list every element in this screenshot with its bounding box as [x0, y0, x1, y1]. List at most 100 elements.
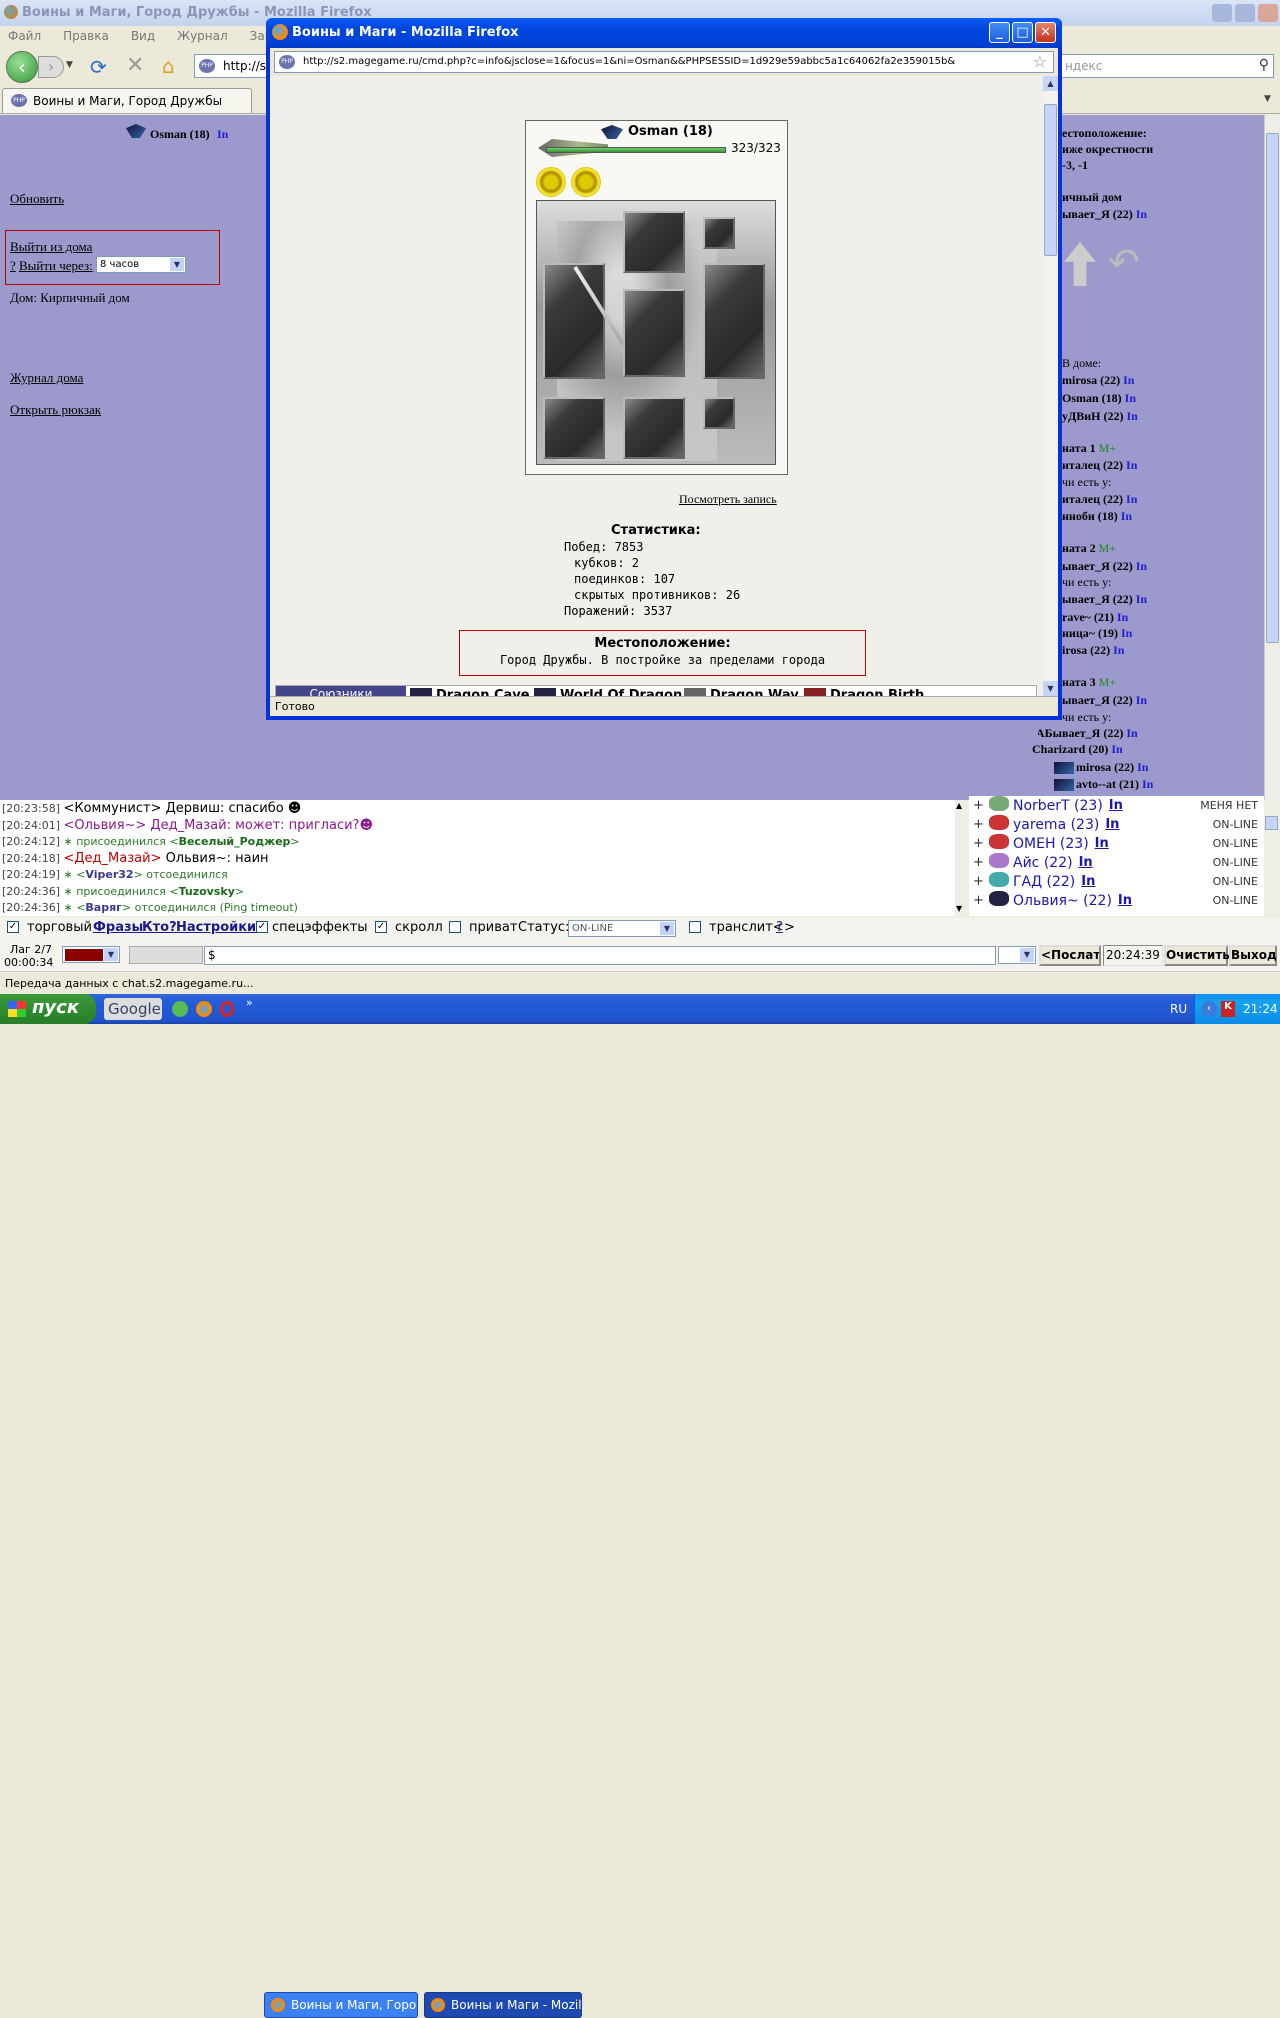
scroll-up-icon[interactable]: ▲	[1043, 76, 1058, 91]
menu-edit[interactable]: Правка	[63, 29, 109, 45]
phrases-link[interactable]: Фразы	[93, 920, 143, 935]
popup-address-bar[interactable]: PHP http://s2.magegame.ru/cmd.php?c=info…	[274, 51, 1054, 73]
quicklaunch-icon[interactable]	[172, 1001, 188, 1017]
user-name[interactable]: NorberT (23)	[1013, 798, 1103, 814]
exit-help-link[interactable]: ?	[10, 258, 16, 274]
chat-nick[interactable]: Веселый_Роджер	[179, 835, 291, 848]
chat-nick[interactable]: Viper32	[85, 868, 133, 881]
info-link[interactable]: In	[1124, 409, 1138, 423]
effects-checkbox[interactable]: ✓	[256, 921, 268, 933]
chat-scrollbar[interactable]: ▲ ▼	[955, 800, 969, 916]
scroll-checkbox[interactable]: ✓	[375, 921, 387, 933]
user-name[interactable]: Айс (22)	[1013, 855, 1073, 871]
smiley-select[interactable]: ▼	[998, 946, 1036, 964]
trade-checkbox[interactable]: ✓	[7, 921, 19, 933]
tab-list-icon[interactable]: ▼	[1264, 94, 1271, 104]
expand-icon[interactable]: +	[973, 874, 987, 889]
bookmark-star-icon[interactable]: ☆	[1033, 52, 1047, 71]
translit-checkbox[interactable]	[689, 921, 701, 933]
page-scroll-thumb[interactable]	[1266, 133, 1279, 643]
tab-active[interactable]: PHP Воины и Маги, Город Дружбы	[2, 88, 252, 113]
info-link[interactable]: In	[1133, 207, 1147, 221]
info-link[interactable]: In	[1123, 492, 1137, 506]
close-button[interactable]	[1258, 4, 1278, 22]
reload-icon[interactable]: ⟳	[90, 55, 107, 79]
exit-button[interactable]: Выход	[1229, 945, 1277, 966]
info-link[interactable]: In	[1079, 855, 1093, 870]
info-link[interactable]: In	[1109, 798, 1123, 813]
info-link[interactable]: In	[1122, 391, 1136, 405]
info-link[interactable]: In	[1120, 373, 1134, 387]
turn-around-icon[interactable]: ↶	[1108, 240, 1140, 284]
search-icon[interactable]: ⚲	[1259, 57, 1269, 73]
info-link[interactable]: In	[1095, 836, 1109, 851]
slot-shield[interactable]	[703, 263, 765, 379]
chat-nick[interactable]: Варяг	[85, 901, 122, 914]
user-row[interactable]: + Ольвия~ (22) In ON-LINE	[969, 891, 1264, 910]
start-button[interactable]: пуск	[0, 994, 96, 1024]
clear-button[interactable]: Очистить	[1164, 945, 1230, 966]
view-record-link[interactable]: Посмотреть запись	[679, 492, 777, 507]
user-row[interactable]: + NorberT (23) In МЕНЯ НЕТ	[969, 796, 1264, 815]
info-link[interactable]: In	[1133, 559, 1147, 573]
settings-link[interactable]: Настройки	[176, 920, 256, 935]
slot-boots[interactable]	[623, 397, 685, 459]
open-backpack-link[interactable]: Открыть рюкзак	[10, 402, 101, 418]
slot-helmet[interactable]	[623, 211, 685, 273]
scroll-down-icon[interactable]: ▼	[956, 904, 962, 913]
refresh-link[interactable]: Обновить	[10, 191, 64, 207]
search-box[interactable]: ндекс ⚲	[1060, 54, 1274, 78]
info-link[interactable]: In	[1081, 874, 1095, 889]
user-name[interactable]: ОМЕН (23)	[1013, 836, 1089, 852]
user-row[interactable]: + yarema (23) In ON-LINE	[969, 815, 1264, 834]
private-checkbox[interactable]	[449, 921, 461, 933]
user-name[interactable]: Ольвия~ (22)	[1013, 893, 1112, 909]
opera-quicklaunch-icon[interactable]	[220, 1001, 234, 1017]
minimize-button[interactable]	[1212, 4, 1232, 22]
info-link[interactable]: In	[1110, 643, 1124, 657]
user-name[interactable]: ГАД (22)	[1013, 874, 1075, 890]
ally-world-of-dragon[interactable]: World Of Dragon	[560, 688, 682, 696]
forward-button[interactable]: ›	[38, 56, 64, 78]
info-link[interactable]: In	[1105, 817, 1119, 832]
scroll-down-icon[interactable]: ▼	[1043, 681, 1058, 696]
popup-scrollbar[interactable]: ▲ ▼	[1043, 76, 1058, 696]
chat-nick[interactable]: <Коммунист>	[63, 801, 161, 816]
color-select[interactable]: ▼	[62, 946, 120, 963]
who-link[interactable]: Кто?	[142, 920, 177, 935]
menu-file[interactable]: Файл	[8, 29, 41, 45]
slot-amulet[interactable]	[703, 217, 735, 249]
language-indicator[interactable]: RU	[1170, 1002, 1187, 1016]
message-input[interactable]: $	[204, 946, 996, 965]
expand-icon[interactable]: +	[973, 855, 987, 870]
slot-armor[interactable]	[623, 289, 685, 377]
firefox-quicklaunch-icon[interactable]	[196, 1001, 212, 1017]
player-info-link[interactable]: In	[217, 127, 228, 142]
popup-minimize-button[interactable]: _	[989, 22, 1010, 43]
send-button[interactable]: <Послать	[1039, 945, 1101, 966]
info-link[interactable]: In	[1118, 509, 1132, 523]
house-log-link[interactable]: Журнал дома	[10, 370, 83, 386]
slot-gloves[interactable]	[543, 397, 605, 459]
info-link[interactable]: In	[1133, 592, 1147, 606]
slot-ring[interactable]	[703, 397, 735, 429]
info-link[interactable]: In	[1108, 742, 1122, 756]
user-row[interactable]: + ГАД (22) In ON-LINE	[969, 872, 1264, 891]
info-link[interactable]: In	[1114, 610, 1128, 624]
chat-nick[interactable]: <Ольвия~>	[63, 818, 146, 833]
info-link[interactable]: In	[1118, 893, 1132, 908]
antivirus-icon[interactable]: K	[1221, 1001, 1235, 1017]
menu-view[interactable]: Вид	[131, 29, 155, 45]
chat-nick[interactable]: <Дед_Мазай>	[63, 851, 161, 866]
scroll-up-icon[interactable]: ▲	[956, 801, 962, 810]
user-scroll-thumb[interactable]	[1265, 816, 1278, 830]
exit-house-link[interactable]: Выйти из дома	[10, 239, 92, 255]
expand-icon[interactable]: +	[973, 798, 987, 813]
info-link[interactable]: In	[1139, 777, 1153, 791]
google-toolbar[interactable]: Google	[104, 998, 162, 1020]
back-button[interactable]: ‹	[6, 51, 38, 83]
history-dropdown-icon[interactable]: ▼	[66, 60, 73, 70]
info-link[interactable]: In	[1118, 626, 1132, 640]
user-name[interactable]: yarema (23)	[1013, 817, 1099, 833]
popup-maximize-button[interactable]: □	[1012, 22, 1033, 43]
